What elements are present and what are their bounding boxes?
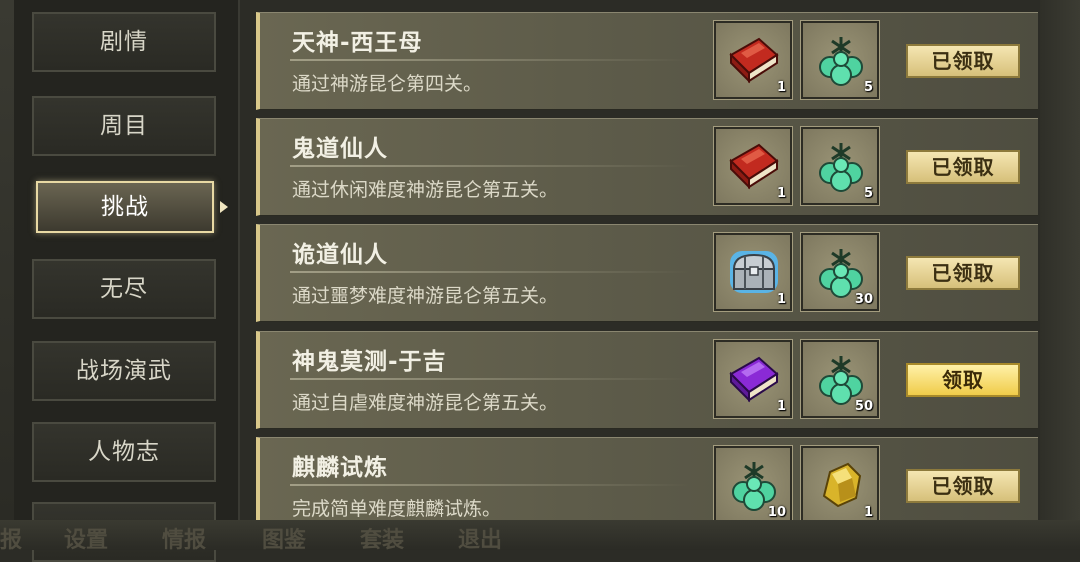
red-book-icon <box>729 37 779 84</box>
active-indicator-arrow-icon <box>220 201 228 213</box>
sidebar-item-challenge[interactable]: 挑战 <box>36 181 214 233</box>
divider <box>290 165 690 167</box>
achievement-description: 通过神游昆仑第四关。 <box>292 73 483 95</box>
reward-quantity: 1 <box>863 505 873 520</box>
red-book-icon <box>729 143 779 190</box>
sidebar-item-playthrough[interactable]: 周目 <box>32 96 216 156</box>
sidebar-item-endless[interactable]: 无尽 <box>32 259 216 319</box>
bottom-menu: 报 设置 情报 图鉴 套装 退出 <box>0 520 1080 553</box>
achievement-title: 鬼道仙人 <box>292 136 388 162</box>
reward-slot[interactable]: 1 <box>713 232 793 312</box>
achievement-card: 麒麟试炼 完成简单难度麒麟试炼。 10 1 已领取 <box>256 437 1038 520</box>
reward-quantity: 5 <box>863 186 873 201</box>
reward-slot[interactable]: 1 <box>800 445 880 520</box>
achievement-list[interactable]: 天神-西王母 通过神游昆仑第四关。 1 5 已领取 鬼道仙人 通过休闲难度神游昆… <box>242 0 1040 520</box>
jade-ball-icon <box>819 143 863 192</box>
jade-ball-icon <box>819 356 863 405</box>
reward-slot[interactable]: 30 <box>800 232 880 312</box>
achievement-card: 鬼道仙人 通过休闲难度神游昆仑第五关。 1 5 已领取 <box>256 118 1038 216</box>
silver-chest-icon <box>730 251 778 293</box>
achievement-title: 诡道仙人 <box>292 242 388 268</box>
sidebar-item-battlefield-drill[interactable]: 战场演武 <box>32 341 216 401</box>
bottom-menu-codex[interactable]: 图鉴 <box>262 522 306 554</box>
achievement-description: 通过休闲难度神游昆仑第五关。 <box>292 179 559 201</box>
divider <box>290 271 690 273</box>
sidebar-item-character-bio[interactable]: 人物志 <box>32 422 216 482</box>
background-left-edge <box>0 0 14 550</box>
claim-button[interactable]: 领取 <box>906 363 1020 397</box>
bottom-menu-sets[interactable]: 套装 <box>360 522 404 554</box>
achievement-description: 通过噩梦难度神游昆仑第五关。 <box>292 285 559 307</box>
achievement-card: 天神-西王母 通过神游昆仑第四关。 1 5 已领取 <box>256 12 1038 110</box>
reward-slot[interactable]: 5 <box>800 126 880 206</box>
reward-quantity: 50 <box>854 399 873 414</box>
claimed-button[interactable]: 已领取 <box>906 44 1020 78</box>
claimed-button[interactable]: 已领取 <box>906 256 1020 290</box>
reward-quantity: 1 <box>776 186 786 201</box>
bottom-menu-item[interactable]: 报 <box>0 522 22 554</box>
bottom-menu-settings[interactable]: 设置 <box>64 522 108 554</box>
reward-quantity: 5 <box>863 80 873 95</box>
achievement-description: 通过自虐难度神游昆仑第五关。 <box>292 392 559 414</box>
reward-slot[interactable]: 50 <box>800 339 880 419</box>
claimed-button[interactable]: 已领取 <box>906 150 1020 184</box>
divider <box>290 59 690 61</box>
purple-book-icon <box>729 356 779 403</box>
jade-ball-icon <box>819 37 863 86</box>
reward-quantity: 1 <box>776 292 786 307</box>
gold-nugget-icon <box>822 462 862 508</box>
reward-quantity: 1 <box>776 80 786 95</box>
reward-slot[interactable]: 1 <box>713 339 793 419</box>
achievement-card: 神鬼莫测-于吉 通过自虐难度神游昆仑第五关。 1 50 领取 <box>256 331 1038 429</box>
reward-quantity: 30 <box>854 292 873 307</box>
sidebar-item-story[interactable]: 剧情 <box>32 12 216 72</box>
reward-slot[interactable]: 5 <box>800 20 880 100</box>
category-sidebar: 剧情 周目 挑战 无尽 战场演武 人物志 <box>14 0 240 562</box>
jade-ball-icon <box>732 462 776 511</box>
divider <box>290 484 690 486</box>
reward-quantity: 1 <box>776 399 786 414</box>
divider <box>290 378 690 380</box>
achievement-title: 神鬼莫测-于吉 <box>292 349 447 375</box>
reward-slot[interactable]: 10 <box>713 445 793 520</box>
achievement-title: 麒麟试炼 <box>292 455 388 481</box>
reward-slot[interactable]: 1 <box>713 20 793 100</box>
claimed-button[interactable]: 已领取 <box>906 469 1020 503</box>
jade-ball-icon <box>819 249 863 298</box>
achievement-title: 天神-西王母 <box>292 30 423 56</box>
reward-quantity: 10 <box>767 505 786 520</box>
bottom-menu-exit[interactable]: 退出 <box>458 522 502 554</box>
achievement-card: 诡道仙人 通过噩梦难度神游昆仑第五关。 1 30 已领取 <box>256 224 1038 322</box>
reward-slot[interactable]: 1 <box>713 126 793 206</box>
bottom-menu-intel[interactable]: 情报 <box>162 522 206 554</box>
achievement-description: 完成简单难度麒麟试炼。 <box>292 498 502 520</box>
background-right-edge <box>1040 0 1080 550</box>
